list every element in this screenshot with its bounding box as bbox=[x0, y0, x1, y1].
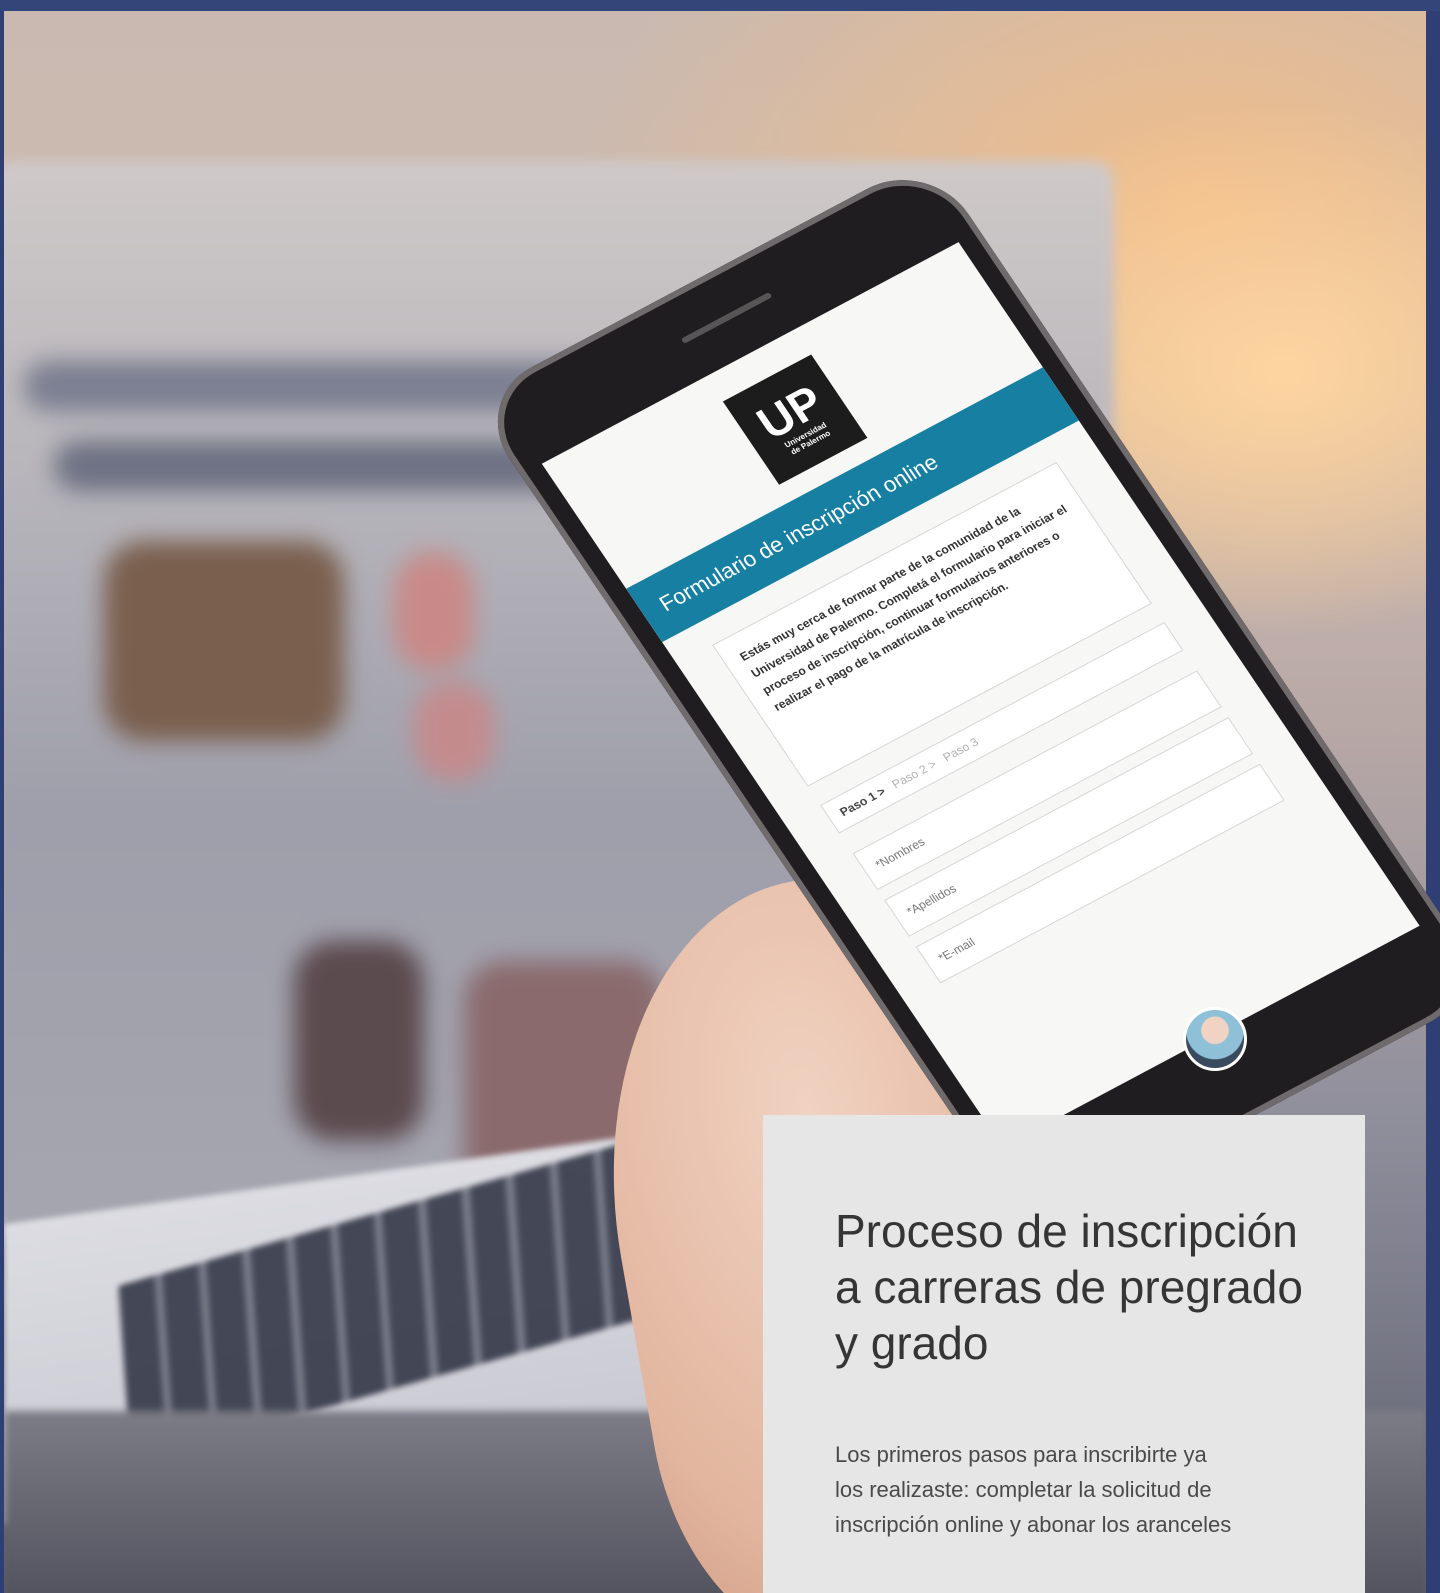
info-title-line3: y grado bbox=[835, 1317, 989, 1369]
step-1[interactable]: Paso 1 > bbox=[837, 784, 888, 819]
up-logo: UP Universidad de Palermo bbox=[722, 354, 868, 485]
info-body-line2: los realizaste: completar la solicitud d… bbox=[835, 1477, 1212, 1502]
info-body-line1: Los primeros pasos para inscribirte ya bbox=[835, 1442, 1207, 1467]
info-title-line2: a carreras de pregrado bbox=[835, 1261, 1303, 1313]
info-body: Los primeros pasos para inscribirte ya l… bbox=[835, 1437, 1305, 1542]
info-title-line1: Proceso de inscripción bbox=[835, 1205, 1298, 1257]
info-body-line3: inscripción online y abonar los arancele… bbox=[835, 1512, 1232, 1537]
info-card: Proceso de inscripción a carreras de pre… bbox=[763, 1115, 1365, 1593]
top-bar bbox=[0, 0, 1440, 11]
info-title: Proceso de inscripción a carreras de pre… bbox=[835, 1203, 1335, 1371]
step-2[interactable]: Paso 2 > bbox=[889, 757, 939, 791]
step-3[interactable]: Paso 3 bbox=[940, 735, 981, 764]
chat-avatar[interactable] bbox=[1183, 1007, 1247, 1071]
phone-speaker bbox=[680, 291, 773, 344]
